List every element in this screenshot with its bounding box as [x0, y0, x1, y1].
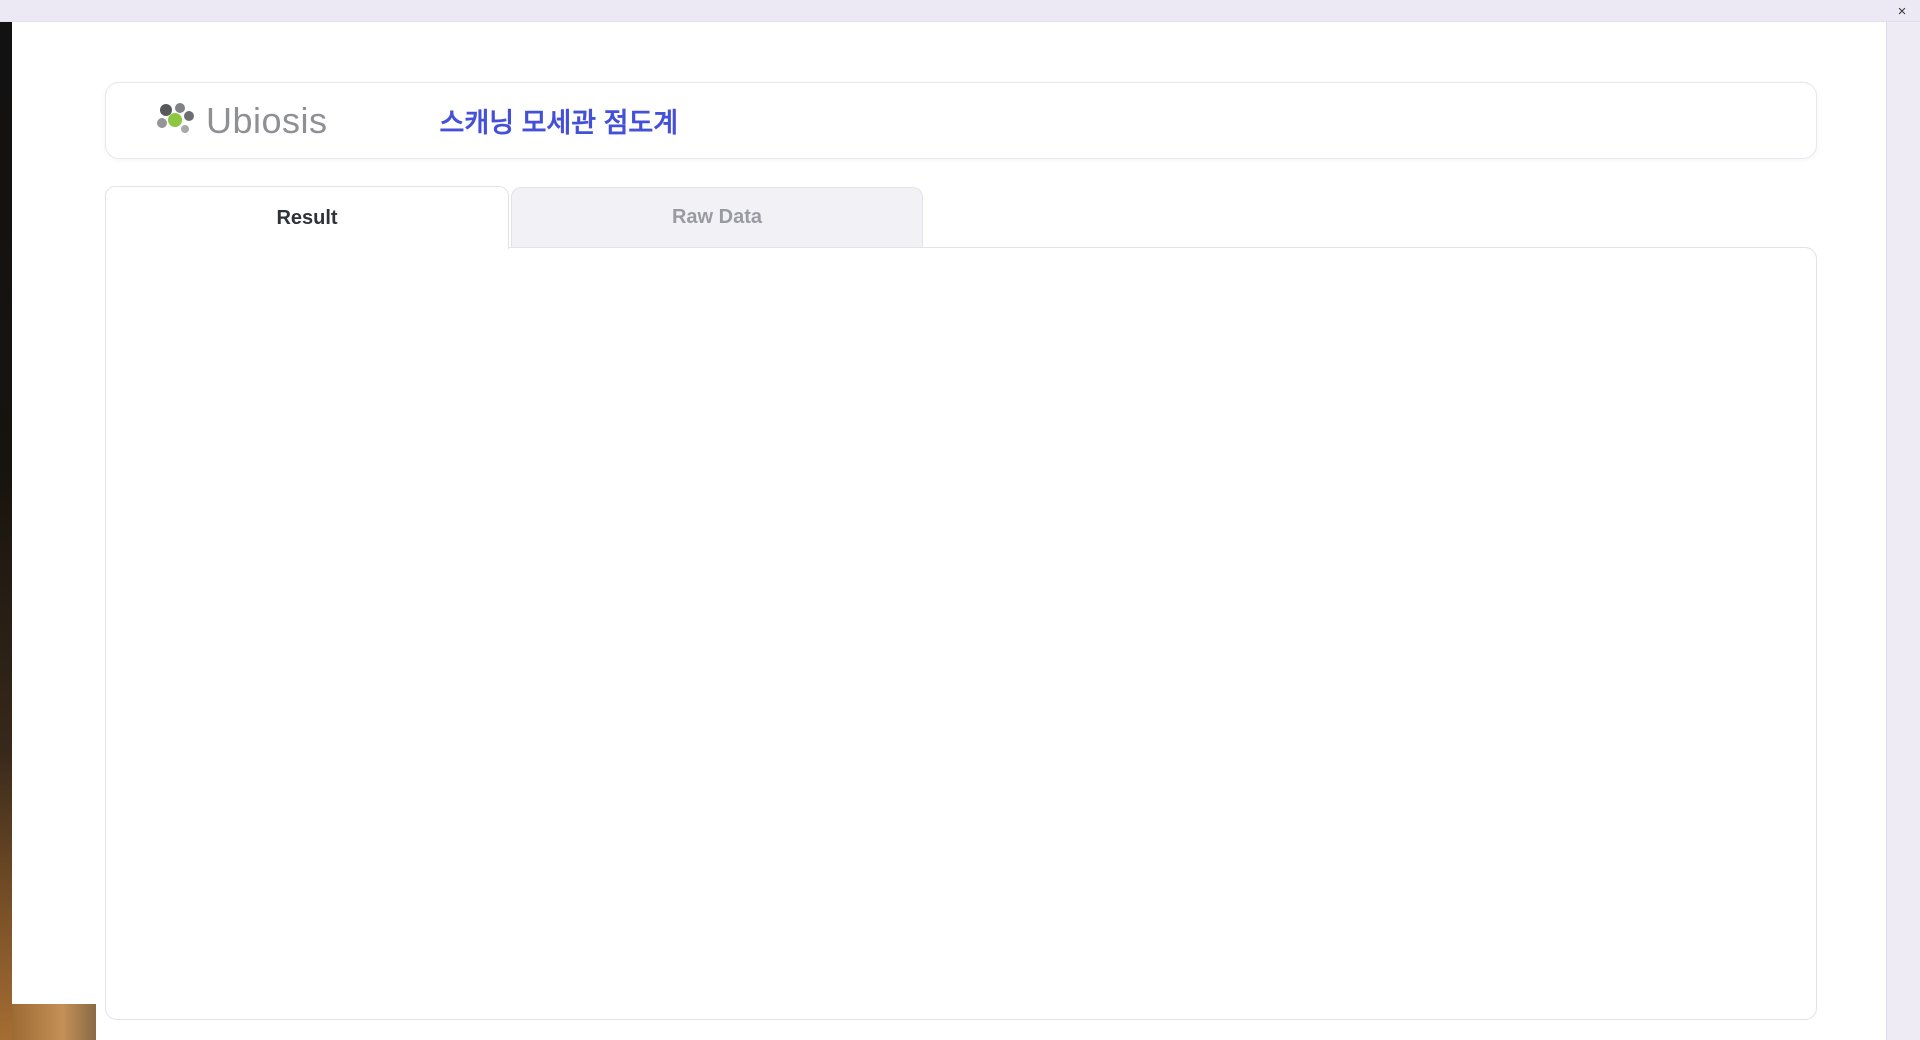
tab-raw-data[interactable]: Raw Data	[511, 187, 923, 247]
ubiosis-logo-icon	[157, 102, 194, 133]
result-panel	[105, 247, 1817, 1020]
ubiosis-logo: Ubiosis	[154, 100, 328, 142]
app-header: Ubiosis 스캐닝 모세관 점도계	[105, 82, 1817, 159]
window-title-bar	[0, 0, 1920, 22]
logo-text: Ubiosis	[206, 99, 328, 141]
page-title: 스캐닝 모세관 점도계	[439, 108, 679, 138]
desktop-background-corner	[12, 1004, 96, 1040]
window-right-edge	[1886, 0, 1920, 1040]
tab-result[interactable]: Result	[105, 186, 509, 249]
desktop-background-edge	[0, 0, 12, 1040]
close-icon[interactable]: ×	[1893, 2, 1911, 20]
